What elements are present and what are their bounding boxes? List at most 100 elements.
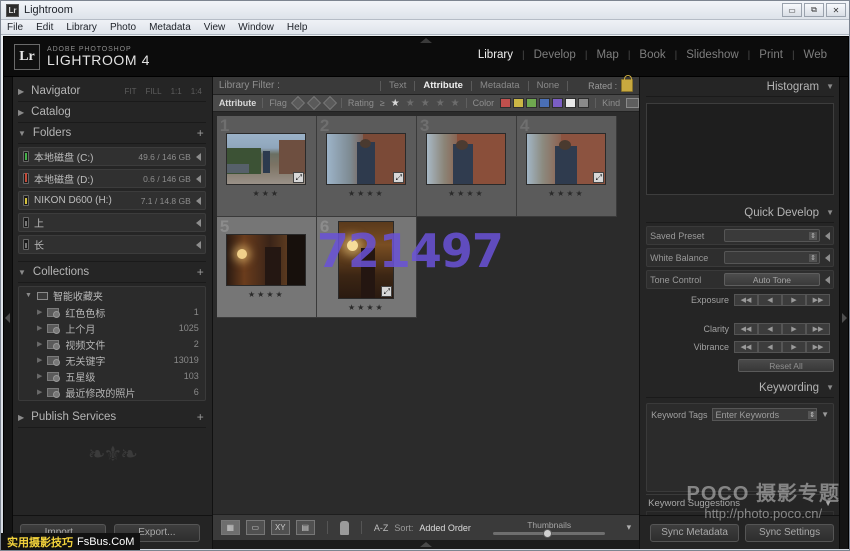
thumbnail-image[interactable]: ⤢	[226, 133, 306, 185]
white-balance-row[interactable]: White Balance ⇕	[646, 248, 834, 267]
cell-rating[interactable]: ★★★★	[348, 303, 385, 313]
minimize-button[interactable]: ▭	[782, 3, 802, 17]
menu-item-photo[interactable]: Photo	[110, 22, 136, 33]
menu-item-library[interactable]: Library	[66, 22, 97, 33]
module-library[interactable]: Library	[469, 49, 522, 61]
rating-operator[interactable]: ≥	[380, 98, 385, 108]
folders-header[interactable]: ▼ Folders +	[18, 123, 206, 144]
quick-develop-header[interactable]: Quick Develop ▼	[646, 203, 834, 223]
color-swatch-white[interactable]	[565, 98, 576, 108]
left-panel-collapse-handle[interactable]	[4, 77, 13, 549]
module-book[interactable]: Book	[630, 49, 674, 61]
collections-header[interactable]: ▼ Collections +	[18, 262, 206, 283]
list-item[interactable]: ▶ 上个月 1025	[19, 320, 205, 336]
list-item[interactable]: ▶ 红色色标 1	[19, 304, 205, 320]
maximize-button[interactable]: ⧉	[804, 3, 824, 17]
thumbnail-size-slider[interactable]: Thumbnails	[493, 520, 605, 535]
module-print[interactable]: Print	[750, 49, 792, 61]
folder-expand-icon[interactable]	[196, 153, 201, 161]
sync-settings-button[interactable]: Sync Settings	[745, 524, 834, 542]
catalog-header[interactable]: ▶ Catalog	[18, 102, 206, 123]
grid-cell[interactable]: 1 ⤢ ★★★	[217, 116, 317, 217]
vibrance-increase-large[interactable]: ▶▶	[806, 341, 830, 353]
module-develop[interactable]: Develop	[525, 49, 585, 61]
flag-pick-icon[interactable]	[291, 96, 305, 110]
right-panel-collapse-handle[interactable]	[839, 77, 848, 549]
color-swatch-red[interactable]	[500, 98, 511, 108]
module-map[interactable]: Map	[587, 49, 627, 61]
navigator-header[interactable]: ▶ Navigator FIT FILL 1:1 1:4	[18, 81, 206, 102]
thumbnail-image[interactable]: ⤢	[526, 133, 606, 185]
folder-row[interactable]: 长	[18, 235, 206, 254]
folder-row[interactable]: 本地磁盘 (D:) 0.6 / 146 GB	[18, 169, 206, 188]
menu-item-help[interactable]: Help	[287, 22, 308, 33]
cell-rating[interactable]: ★★★	[253, 189, 281, 199]
grid-view-icon[interactable]: ▦	[221, 520, 240, 535]
exposure-increase-small[interactable]: ▶	[782, 294, 806, 306]
module-slideshow[interactable]: Slideshow	[677, 49, 747, 61]
flag-reject-icon[interactable]	[323, 96, 337, 110]
list-item[interactable]: ▶ 无关键字 13019	[19, 352, 205, 368]
sort-value[interactable]: Added Order	[419, 523, 471, 533]
folder-row[interactable]: 上	[18, 213, 206, 232]
sync-metadata-button[interactable]: Sync Metadata	[650, 524, 739, 542]
vibrance-decrease-small[interactable]: ◀	[758, 341, 782, 353]
grid-cell[interactable]: 4 ⤢ ★★★★	[517, 116, 617, 217]
grid-cell[interactable]: 6 ⤢ ★★★★	[317, 217, 417, 318]
cell-rating[interactable]: ★★★★	[248, 290, 285, 300]
color-swatch-yellow[interactable]	[513, 98, 524, 108]
keywording-header[interactable]: Keywording ▼	[646, 378, 834, 398]
zoom-fit[interactable]: FIT	[125, 87, 137, 96]
cell-rating[interactable]: ★★★★	[548, 189, 585, 199]
grid-cell[interactable]: 2 ⤢ ★★★★	[317, 116, 417, 217]
add-publish-service-icon[interactable]: +	[197, 410, 204, 424]
menu-item-edit[interactable]: Edit	[36, 22, 53, 33]
cell-rating[interactable]: ★★★★	[448, 189, 485, 199]
smart-collections-root[interactable]: ▼ 智能收藏夹	[19, 287, 205, 304]
top-panel-toggle-arrow[interactable]	[420, 38, 432, 43]
keyword-options-caret[interactable]: ▼	[821, 410, 829, 419]
exposure-decrease-small[interactable]: ◀	[758, 294, 782, 306]
zoom-1-1[interactable]: 1:1	[171, 87, 182, 96]
exposure-increase-large[interactable]: ▶▶	[806, 294, 830, 306]
saved-preset-arrow-icon[interactable]	[825, 232, 830, 240]
filter-tab-metadata[interactable]: Metadata	[472, 80, 528, 91]
lock-icon[interactable]	[621, 79, 633, 92]
folder-expand-icon[interactable]	[196, 219, 201, 227]
menu-item-view[interactable]: View	[204, 22, 226, 33]
close-button[interactable]: ✕	[826, 3, 846, 17]
white-balance-dropdown[interactable]: ⇕	[724, 251, 820, 264]
exposure-decrease-large[interactable]: ◀◀	[734, 294, 758, 306]
color-swatch-purple[interactable]	[552, 98, 563, 108]
folder-row[interactable]: NIKON D600 (H:) 7.1 / 14.8 GB	[18, 191, 206, 210]
zoom-fill[interactable]: FILL	[146, 87, 162, 96]
vibrance-decrease-large[interactable]: ◀◀	[734, 341, 758, 353]
grid-cell[interactable]: 3 ★★★★	[417, 116, 517, 217]
flag-unflagged-icon[interactable]	[307, 96, 321, 110]
menu-item-file[interactable]: File	[7, 22, 23, 33]
clarity-decrease-small[interactable]: ◀	[758, 323, 782, 335]
rating-star-5[interactable]: ★	[451, 98, 460, 109]
module-web[interactable]: Web	[795, 49, 836, 61]
histogram-header[interactable]: Histogram ▼	[646, 77, 834, 97]
add-collection-icon[interactable]: +	[197, 265, 204, 279]
list-item[interactable]: ▶ 最近修改的照片 6	[19, 384, 205, 400]
folder-expand-icon[interactable]	[196, 175, 201, 183]
rating-star-2[interactable]: ★	[406, 98, 415, 109]
list-item[interactable]: ▶ 视频文件 2	[19, 336, 205, 352]
clarity-increase-small[interactable]: ▶	[782, 323, 806, 335]
compare-view-icon[interactable]: XY	[271, 520, 290, 535]
keyword-suggestions-header[interactable]: Keyword Suggestions ▼	[646, 494, 834, 511]
thumbnail-image[interactable]	[426, 133, 506, 185]
kind-icon[interactable]	[626, 98, 639, 108]
saved-preset-dropdown[interactable]: ⇕	[724, 229, 820, 242]
thumbnail-image[interactable]: ⤢	[326, 133, 406, 185]
thumbnail-image[interactable]: ⤢	[338, 221, 394, 299]
rating-star-4[interactable]: ★	[436, 98, 445, 109]
color-swatch-blue[interactable]	[539, 98, 550, 108]
clarity-increase-large[interactable]: ▶▶	[806, 323, 830, 335]
vibrance-increase-small[interactable]: ▶	[782, 341, 806, 353]
bottom-panel-toggle-arrow[interactable]	[213, 540, 639, 549]
list-item[interactable]: ▶ 五星级 103	[19, 368, 205, 384]
tone-control-arrow-icon[interactable]	[825, 276, 830, 284]
